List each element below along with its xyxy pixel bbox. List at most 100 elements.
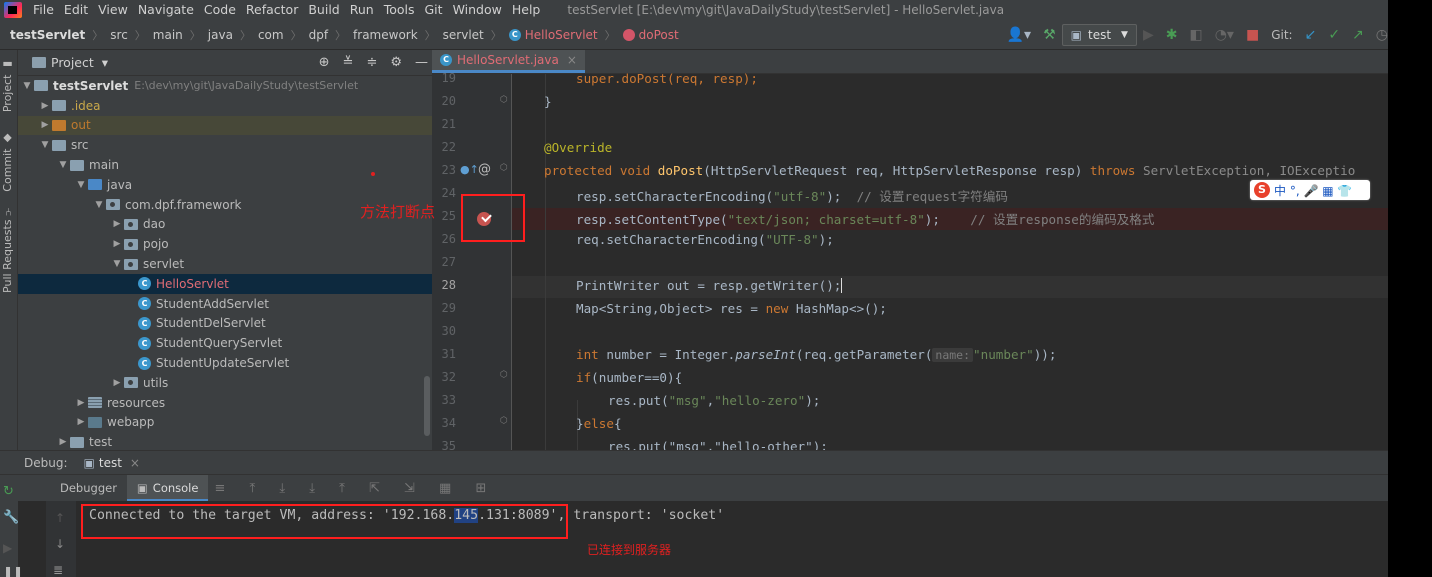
code-area[interactable]: 19 20 21 22 23 24 25 26 27 28 29 30 31 3…: [432, 71, 1388, 450]
chevron-down-icon: ▼: [59, 160, 67, 171]
tree-item-webapp[interactable]: ▶ webapp: [18, 413, 432, 433]
debug-session-tab[interactable]: ▣ test ×: [84, 456, 140, 470]
menu-file[interactable]: File: [28, 0, 59, 20]
tree-item-main[interactable]: ▼ main: [18, 155, 432, 175]
scroll-up-icon[interactable]: ↑: [55, 511, 65, 525]
chevron-right-icon: 〉: [490, 28, 502, 42]
tree-item-java[interactable]: ▼ java: [18, 175, 432, 195]
rerun-icon[interactable]: ↻: [3, 484, 14, 499]
git-history-icon[interactable]: ◷: [1376, 27, 1388, 43]
chevron-right-icon: ▶: [41, 100, 49, 111]
code-line: @Override: [544, 140, 613, 155]
fold-icon[interactable]: ⬡: [500, 95, 508, 105]
stop-icon[interactable]: ■: [1246, 27, 1259, 43]
editor-tab-helloservlet[interactable]: C HelloServlet.java ×: [432, 50, 585, 73]
menu-help[interactable]: Help: [507, 0, 546, 20]
build-hammer-icon[interactable]: ⚒: [1043, 27, 1056, 43]
menu-view[interactable]: View: [93, 0, 133, 20]
line-number: 28: [441, 278, 456, 292]
coverage-icon[interactable]: ◧: [1189, 27, 1202, 43]
user-icon[interactable]: 👤▾: [1007, 27, 1031, 43]
menu-edit[interactable]: Edit: [59, 0, 93, 20]
menu-git[interactable]: Git: [420, 0, 448, 20]
tree-item-studentdelservlet[interactable]: C StudentDelServlet: [18, 314, 432, 334]
fold-icon[interactable]: ⬡: [500, 163, 508, 173]
tab-console[interactable]: ▣ Console: [126, 475, 209, 501]
fold-icon[interactable]: ⬡: [500, 416, 508, 426]
run-icon[interactable]: ▶: [1143, 27, 1154, 43]
tree-item-src[interactable]: ▼ src: [18, 135, 432, 155]
close-icon[interactable]: ×: [130, 456, 140, 470]
menu-refactor[interactable]: Refactor: [241, 0, 303, 20]
debug-step-toolbar[interactable]: ≡ ⤒ ⤓ ⤓ ⤒ ⇱ ⇲ ▦ ⊞: [214, 481, 496, 496]
tree-item-root[interactable]: ▼ testServlet E:\dev\my\git\JavaDailyStudy…: [18, 76, 432, 96]
debug-bug-icon[interactable]: ✱: [1166, 27, 1178, 43]
git-update-icon[interactable]: ↙: [1305, 27, 1317, 43]
breadcrumb-class[interactable]: C HelloServlet: [507, 28, 600, 42]
project-view-selector[interactable]: Project ▾: [32, 55, 108, 70]
chevron-down-icon: ▼: [95, 199, 103, 210]
breadcrumb-project[interactable]: testServlet: [8, 28, 87, 42]
ime-toolbar[interactable]: S 中 °, 🎤 ▦ 👕: [1250, 180, 1370, 200]
tree-item-helloservlet[interactable]: C HelloServlet: [18, 273, 432, 294]
breadcrumb-main[interactable]: main: [151, 28, 185, 42]
code-line: PrintWriter out = resp.getWriter();​: [576, 278, 843, 293]
tree-item-out[interactable]: ▶ out: [18, 115, 432, 136]
chevron-down-icon: ▼: [41, 140, 49, 151]
pause-icon[interactable]: ❚❚: [3, 565, 23, 577]
menu-window[interactable]: Window: [448, 0, 507, 20]
project-panel: Project ▾ ⊕ ≚ ≑ ⚙ — ▼ testServlet E:\dev\m…: [18, 50, 432, 450]
fold-icon[interactable]: ⬡: [500, 370, 508, 380]
tree-scrollbar[interactable]: [424, 376, 430, 436]
menu-navigate[interactable]: Navigate: [133, 0, 199, 20]
close-icon[interactable]: ×: [567, 53, 577, 67]
expand-all-icon[interactable]: ≚: [343, 55, 354, 70]
side-tab-pull-requests[interactable]: Pull Requests ⑂: [1, 205, 14, 293]
code-line: super.doPost(req, resp);: [576, 71, 758, 86]
minimize-icon[interactable]: —: [415, 55, 428, 70]
tree-item-studentqueryservlet[interactable]: C StudentQueryServlet: [18, 333, 432, 353]
connection-highlight-box: [81, 504, 568, 539]
intellij-logo-icon: [4, 2, 22, 18]
side-tab-commit[interactable]: Commit ◆: [1, 132, 14, 192]
menu-tools[interactable]: Tools: [379, 0, 420, 20]
chevron-right-icon: 〉: [239, 28, 251, 42]
breadcrumb-servlet[interactable]: servlet: [441, 28, 486, 42]
override-method-icon[interactable]: ●↑: [460, 163, 479, 176]
breadcrumb-framework[interactable]: framework: [351, 28, 420, 42]
chevron-right-icon: ▶: [77, 417, 85, 428]
profile-icon[interactable]: ◔▾: [1215, 27, 1234, 43]
chevron-right-icon: ▶: [113, 377, 121, 388]
tree-item-pojo[interactable]: ▶ pojo: [18, 234, 432, 254]
tree-item-resources[interactable]: ▶ resources: [18, 393, 432, 413]
menu-run[interactable]: Run: [345, 0, 379, 20]
breadcrumb-src[interactable]: src: [108, 28, 130, 42]
menu-build[interactable]: Build: [303, 0, 344, 20]
locate-icon[interactable]: ⊕: [319, 55, 330, 70]
breadcrumb-java[interactable]: java: [206, 28, 235, 42]
collapse-all-icon[interactable]: ≑: [366, 55, 377, 70]
breadcrumb-dpf[interactable]: dpf: [307, 28, 330, 42]
run-config-selector[interactable]: ▣ test ▼: [1061, 24, 1137, 46]
side-tab-project[interactable]: Project ▬: [1, 58, 14, 112]
git-push-icon[interactable]: ↗: [1352, 27, 1364, 43]
breadcrumb-method[interactable]: doPost: [621, 28, 681, 42]
tree-item-servlet[interactable]: ▼ servlet: [18, 254, 432, 274]
folder-icon: [52, 139, 66, 151]
tree-item-studentupdateservlet[interactable]: C StudentUpdateServlet: [18, 353, 432, 373]
annotation-at-icon[interactable]: @: [478, 162, 491, 177]
scroll-down-icon[interactable]: ↓: [55, 537, 65, 551]
tree-item-utils[interactable]: ▶ utils: [18, 373, 432, 393]
menu-code[interactable]: Code: [199, 0, 241, 20]
chevron-down-icon: ▼: [77, 179, 85, 190]
wrench-icon[interactable]: 🔧: [3, 510, 19, 525]
run-config-icon: ▣: [83, 455, 95, 470]
tree-item-idea[interactable]: ▶ .idea: [18, 96, 432, 116]
tab-debugger[interactable]: Debugger: [50, 475, 127, 501]
git-commit-icon[interactable]: ✓: [1328, 27, 1340, 43]
tree-item-studentaddservlet[interactable]: C StudentAddServlet: [18, 294, 432, 314]
resume-icon[interactable]: ▶: [3, 541, 12, 555]
soft-wrap-icon[interactable]: ≣: [53, 563, 63, 577]
gear-icon[interactable]: ⚙: [390, 55, 402, 70]
breadcrumb-com[interactable]: com: [256, 28, 286, 42]
